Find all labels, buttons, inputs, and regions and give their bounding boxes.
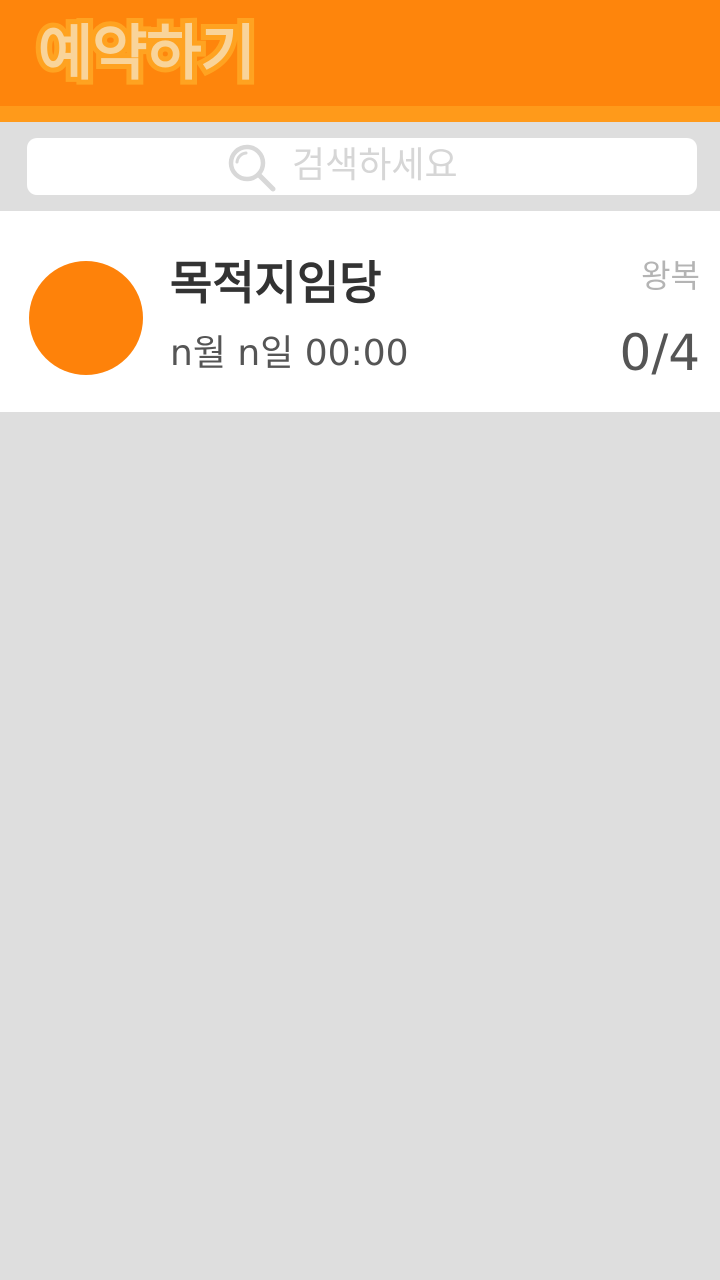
destination-title: 목적지임당 (170, 256, 382, 310)
app-header: 예약하기 (0, 0, 720, 106)
header-divider (0, 106, 720, 122)
search-icon (228, 144, 276, 192)
reservation-datetime: n월 n일 00:00 (170, 333, 409, 374)
trip-type-label: 왕복 (641, 257, 700, 295)
search-placeholder: 검색하세요 (292, 145, 458, 186)
destination-avatar (29, 261, 143, 375)
reservation-item[interactable]: 목적지임당 n월 n일 00:00 왕복 0/4 (0, 211, 720, 412)
page-title: 예약하기 (33, 14, 261, 94)
passenger-count: 0/4 (619, 324, 700, 382)
